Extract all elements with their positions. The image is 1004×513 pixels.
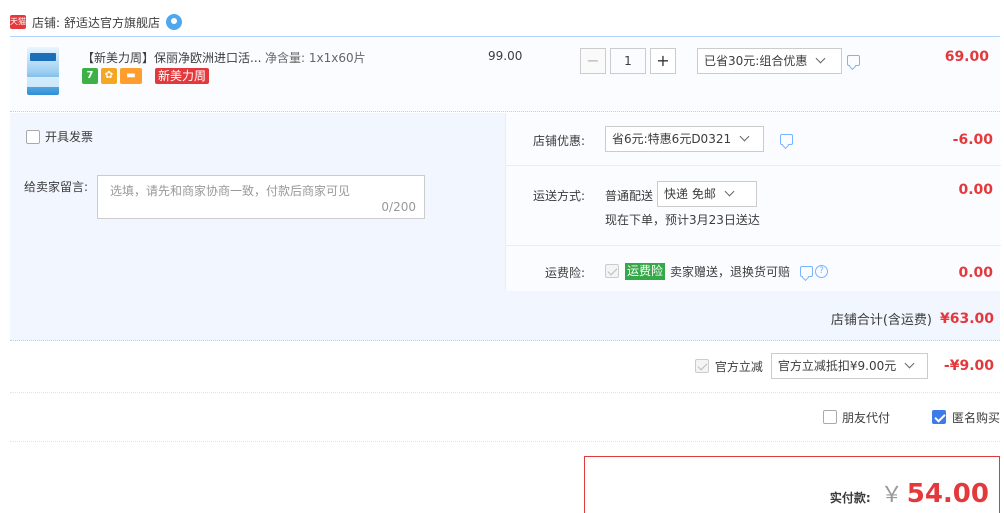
shipping-value: 快递 免邮 [664,187,716,201]
item-discount-value: 已省30元:组合优惠 [704,54,808,68]
extra-options: 朋友代付 匿名购买 [822,408,1000,426]
promo-tag: 新美力周 [155,68,210,84]
product-row: 【新美力周】保丽净欧洲进口活... 净含量: 1x1x60片 7 ✿ ▬ 新美力… [10,36,1000,112]
official-discount-label: 官方立减 [714,359,763,374]
store-label: 店铺: [32,15,61,30]
chevron-down-icon [904,358,915,369]
quantity-stepper: − 1 + [580,48,676,74]
comment-icon[interactable] [847,55,860,66]
quantity-increase-button[interactable]: + [650,48,676,74]
store-coupon-amount: -6.00 [952,132,993,148]
quantity-input[interactable]: 1 [610,48,646,74]
shipping-select[interactable]: 快递 免邮 [657,181,757,207]
chevron-down-icon [815,53,826,64]
invoice-label: 开具发票 [45,130,94,144]
seller-note-label: 给卖家留言: [24,180,89,194]
shipping-label: 运送方式: [532,189,585,203]
shipping-type: 普通配送 [605,189,654,203]
anonymous-checkbox[interactable] [931,410,946,424]
store-total-value: ¥63.00 [939,310,994,327]
delivery-estimate: 现在下单，预计3月23日送达 [605,213,760,227]
official-discount-select[interactable]: 官方立减抵扣¥9.00元 [770,353,928,379]
comment-icon[interactable] [800,265,814,277]
store-coupon-label: 店铺优惠: [532,134,585,148]
store-total: 店铺合计(含运费) ¥63.00 [830,309,994,329]
chevron-down-icon [739,131,750,142]
chevron-down-icon [724,186,735,197]
insurance-checkbox [605,264,619,278]
pay-label: 实付款: [829,491,871,505]
shipping-amount: 0.00 [958,182,993,198]
store-coupon-select[interactable]: 省6元:特惠6元D0321 [605,126,764,152]
invoice-checkbox[interactable] [26,129,40,144]
friend-pay-label[interactable]: 朋友代付 [842,409,890,426]
store-name-link[interactable]: 舒适达官方旗舰店 [64,14,160,31]
pay-amount: 54.00 [906,479,989,509]
product-image[interactable] [24,47,62,97]
payment-summary: 实付款: ￥ 54.00 [584,456,1000,513]
official-discount-checkbox [694,359,709,373]
seller-note-counter: 0/200 [381,200,416,214]
invoice-option[interactable]: 开具发票 [26,128,93,145]
seven-day-return-icon[interactable]: 7 [82,68,98,84]
official-discount-value: 官方立减抵扣¥9.00元 [777,359,897,373]
product-service-icons: 7 ✿ ▬ 新美力周 [82,68,210,84]
product-spec: 净含量: 1x1x60片 [265,51,366,65]
chat-icon[interactable] [166,14,183,30]
insurance-badge: 运费险 [625,262,666,280]
tmall-icon: 天猫 [10,15,26,29]
currency-symbol: ￥ [880,483,903,508]
official-discount-row: 官方立减 官方立减抵扣¥9.00元 -¥9.00 [694,353,994,379]
item-discount-select[interactable]: 已省30元:组合优惠 [697,48,842,74]
friend-pay-checkbox[interactable] [822,410,837,424]
guarantee-icon[interactable]: ✿ [101,68,117,84]
help-icon[interactable]: ? [815,264,829,278]
seller-note-input[interactable]: 选填，请先和商家协商一致，付款后商家可见 0/200 [97,175,425,219]
product-title-link[interactable]: 【新美力周】保丽净欧洲进口活... [82,49,262,66]
insurance-text: 卖家赠送，退换货可赔 [670,264,791,279]
unit-price: 99.00 [488,49,523,63]
seller-note-placeholder: 选填，请先和商家协商一致，付款后商家可见 [110,184,351,198]
divider [10,392,1000,393]
divider [10,441,1000,442]
quantity-decrease-button[interactable]: − [580,48,606,74]
item-total-price: 69.00 [944,49,989,65]
official-discount-amount: -¥9.00 [943,358,994,374]
insurance-label: 运费险: [544,266,585,280]
store-header: 天猫 店铺: 舒适达官方旗舰店 [10,12,183,32]
comment-icon[interactable] [780,134,793,145]
insurance-option: 运费险 卖家赠送，退换货可赔 ? [605,262,829,280]
anonymous-label[interactable]: 匿名购买 [952,409,1000,426]
store-coupon-value: 省6元:特惠6元D0321 [612,132,732,146]
insurance-amount: 0.00 [958,265,993,281]
credit-card-icon[interactable]: ▬ [120,68,142,84]
order-details: 开具发票 给卖家留言: 选填，请先和商家协商一致，付款后商家可见 0/200 店… [10,113,1001,341]
store-total-label: 店铺合计(含运费) [830,313,932,328]
